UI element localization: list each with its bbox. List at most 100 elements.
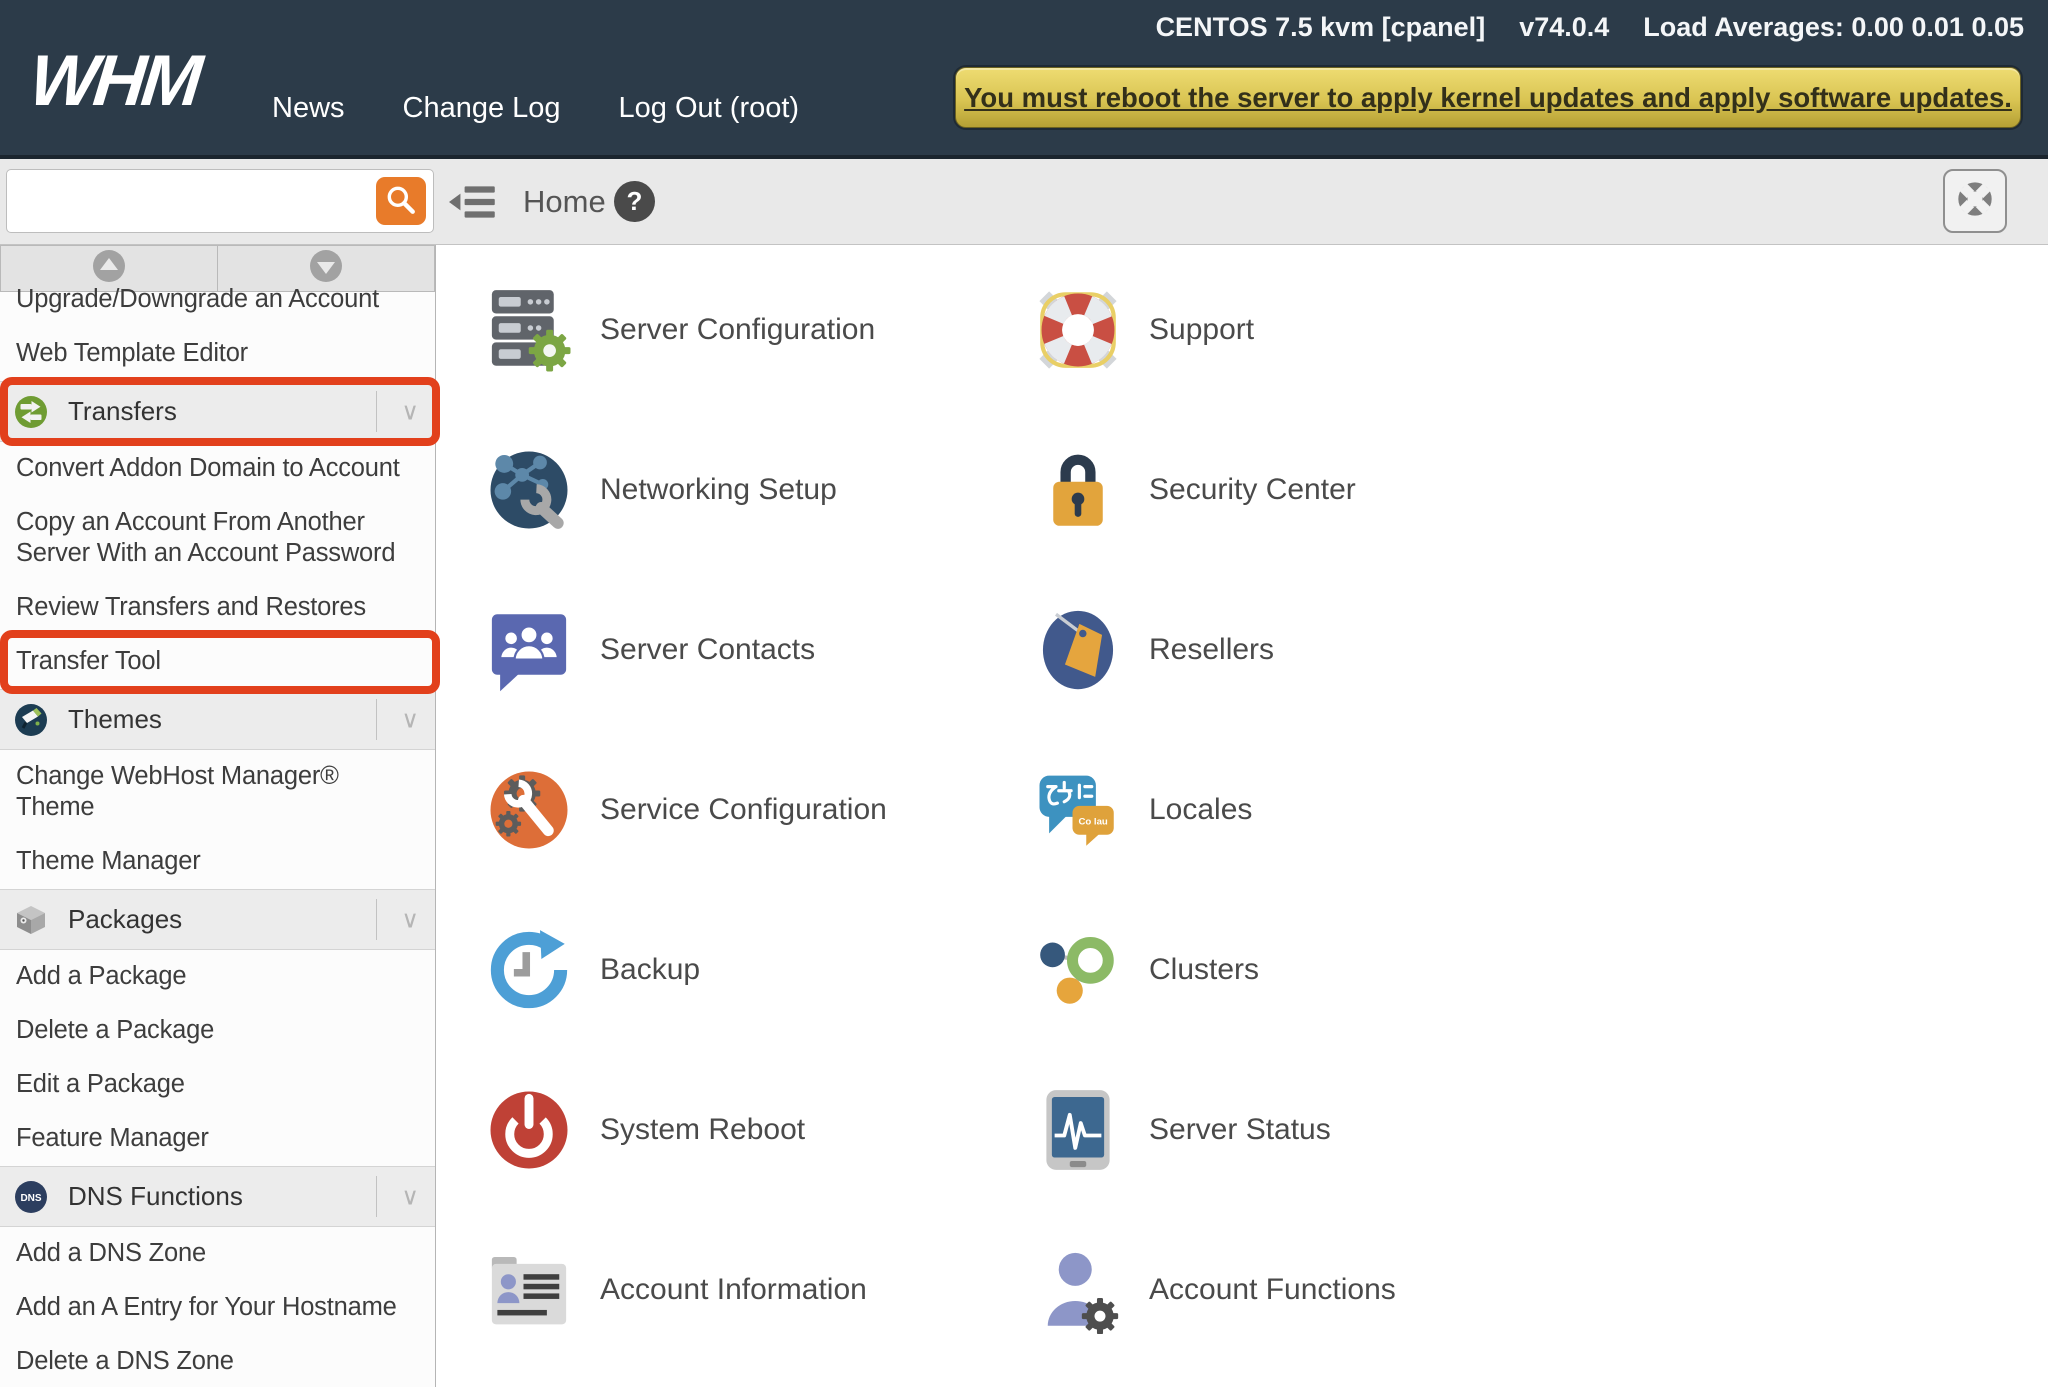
tile-label: Locales — [1149, 793, 1253, 826]
tile-support[interactable]: Support — [1034, 250, 1754, 410]
sidebar-group-label: DNS Functions — [68, 1181, 243, 1211]
tile-system-reboot[interactable]: System Reboot — [485, 1050, 1034, 1210]
server-contacts-icon — [485, 606, 573, 694]
networking-setup-icon — [485, 446, 573, 534]
sidebar-item-add-a-dns-zone[interactable]: Add a DNS Zone — [0, 1227, 435, 1281]
account-functions-icon — [1034, 1246, 1122, 1334]
sidebar-item-transfer-tool[interactable]: Transfer Tool — [0, 630, 440, 694]
reboot-alert-banner[interactable]: You must reboot the server to apply kern… — [955, 67, 2021, 128]
tile-server-status[interactable]: Server Status — [1034, 1050, 1754, 1210]
collapse-sidebar-icon — [449, 186, 501, 225]
sidebar-group-themes[interactable]: Themes ∨ — [0, 689, 435, 750]
help-icon[interactable]: ? — [614, 181, 655, 222]
tile-service-configuration[interactable]: Service Configuration — [485, 730, 1034, 890]
tile-label: Server Configuration — [600, 313, 876, 346]
tile-server-configuration[interactable]: Server Configuration — [485, 250, 1034, 410]
svg-text:Co lau: Co lau — [1078, 816, 1107, 827]
svg-text:DNS: DNS — [20, 1193, 41, 1204]
backup-icon — [485, 926, 573, 1014]
sidebar-item-add-an-a-entry-for-your-hostname[interactable]: Add an A Entry for Your Hostname — [0, 1281, 435, 1335]
dns-icon: DNS — [14, 1180, 48, 1214]
top-nav: News Change Log Log Out (root) — [272, 92, 799, 125]
distro-label: CENTOS 7.5 kvm [cpanel] — [1155, 12, 1486, 42]
resellers-icon — [1034, 606, 1122, 694]
sidebar-item-delete-a-package[interactable]: Delete a Package — [0, 1004, 435, 1058]
tile-resellers[interactable]: Resellers — [1034, 570, 1754, 730]
annotation-highlight — [0, 630, 440, 694]
tile-locales[interactable]: Co lau Locales — [1034, 730, 1754, 890]
search-input[interactable] — [19, 171, 374, 231]
tile-label: Networking Setup — [600, 473, 837, 506]
chevron-down-icon[interactable]: ∨ — [401, 705, 419, 734]
tile-account-functions[interactable]: Account Functions — [1034, 1210, 1754, 1370]
system-reboot-icon — [485, 1086, 573, 1174]
search-button[interactable] — [376, 177, 426, 225]
sidebar-item-web-template-editor[interactable]: Web Template Editor — [0, 327, 435, 381]
system-info: CENTOS 7.5 kvm [cpanel] v74.0.4 Load Ave… — [1156, 12, 2024, 43]
server-status-icon — [1034, 1086, 1122, 1174]
reboot-alert-text: You must reboot the server to apply kern… — [964, 81, 2012, 113]
breadcrumb[interactable]: Home — [523, 184, 606, 220]
sidebar-group-label: Themes — [68, 704, 162, 734]
sidebar-item-delete-a-dns-zone[interactable]: Delete a DNS Zone — [0, 1335, 435, 1387]
top-bar: WHM News Change Log Log Out (root) CENTO… — [0, 0, 2048, 159]
nav-change-log[interactable]: Change Log — [403, 92, 561, 125]
server-configuration-icon — [485, 286, 573, 374]
whm-logo[interactable]: WHM — [26, 40, 203, 122]
chevron-down-icon[interactable]: ∨ — [401, 397, 419, 426]
tile-label: Service Configuration — [600, 793, 887, 826]
tile-networking-setup[interactable]: Networking Setup — [485, 410, 1034, 570]
sidebar-group-packages[interactable]: Packages ∨ — [0, 889, 435, 950]
tile-label: Security Center — [1149, 473, 1356, 506]
tile-label: Account Information — [600, 1273, 867, 1306]
sidebar-group-label: Packages — [68, 904, 183, 934]
version-label: v74.0.4 — [1519, 12, 1610, 42]
tile-label: Backup — [600, 953, 701, 986]
themes-icon — [14, 703, 48, 737]
sidebar-item-feature-manager[interactable]: Feature Manager — [0, 1112, 435, 1166]
sidebar-item-review-transfers-and-restores[interactable]: Review Transfers and Restores — [0, 581, 435, 635]
life-ring-icon — [1952, 176, 1998, 227]
sidebar-item-upgrade-downgrade-an-account[interactable]: Upgrade/Downgrade an Account — [0, 273, 435, 327]
service-configuration-icon — [485, 766, 573, 854]
sidebar-group-transfers[interactable]: Transfers ∨ — [0, 377, 440, 446]
collapse-sidebar-button[interactable] — [449, 183, 501, 221]
chevron-down-icon[interactable]: ∨ — [401, 905, 419, 934]
tile-account-information[interactable]: Account Information — [485, 1210, 1034, 1370]
tile-clusters[interactable]: Clusters — [1034, 890, 1754, 1050]
tile-label: Server Contacts — [600, 633, 816, 666]
tile-server-contacts[interactable]: Server Contacts — [485, 570, 1034, 730]
security-center-icon — [1034, 446, 1122, 534]
sidebar-item-add-a-package[interactable]: Add a Package — [0, 950, 435, 1004]
support-icon — [1034, 286, 1122, 374]
tile-label: Server Status — [1149, 1113, 1331, 1146]
sidebar-item-theme-manager[interactable]: Theme Manager — [0, 835, 435, 889]
locales-icon: Co lau — [1034, 766, 1122, 854]
sidebar-group-dns-functions[interactable]: DNS DNS Functions ∨ — [0, 1166, 435, 1227]
feature-tile-grid: Server Configuration Support Networking … — [485, 250, 1754, 1370]
account-information-icon — [485, 1246, 573, 1334]
group-divider — [376, 899, 377, 940]
tile-backup[interactable]: Backup — [485, 890, 1034, 1050]
load-averages-label: Load Averages: 0.00 0.01 0.05 — [1643, 12, 2024, 42]
sidebar-item-edit-a-package[interactable]: Edit a Package — [0, 1058, 435, 1112]
search-icon — [384, 183, 418, 220]
tile-security-center[interactable]: Security Center — [1034, 410, 1754, 570]
tile-label: Support — [1149, 313, 1255, 346]
sidebar-item-convert-addon-domain-to-account[interactable]: Convert Addon Domain to Account — [0, 442, 435, 496]
sidebar-group-label: Transfers — [68, 396, 177, 426]
group-divider — [376, 391, 377, 432]
chevron-down-icon[interactable]: ∨ — [401, 1182, 419, 1211]
sidebar-menu: Upgrade/Downgrade an Account Web Template… — [0, 273, 440, 1387]
sidebar-item-change-webhost-manager-theme[interactable]: Change WebHost Manager® Theme — [0, 750, 435, 835]
sidebar-item-copy-an-account-from-another-server-with-an-account-password[interactable]: Copy an Account From Another Server With… — [0, 496, 435, 581]
nav-log-out[interactable]: Log Out (root) — [619, 92, 800, 125]
group-divider — [376, 699, 377, 740]
sidebar: Upgrade/Downgrade an Account Web Template… — [0, 285, 440, 1387]
nav-news[interactable]: News — [272, 92, 345, 125]
support-button[interactable] — [1943, 169, 2007, 233]
clusters-icon — [1034, 926, 1122, 1014]
packages-icon — [14, 903, 48, 937]
tile-label: System Reboot — [600, 1113, 806, 1146]
main-content: Server Configuration Support Networking … — [437, 245, 2048, 1387]
